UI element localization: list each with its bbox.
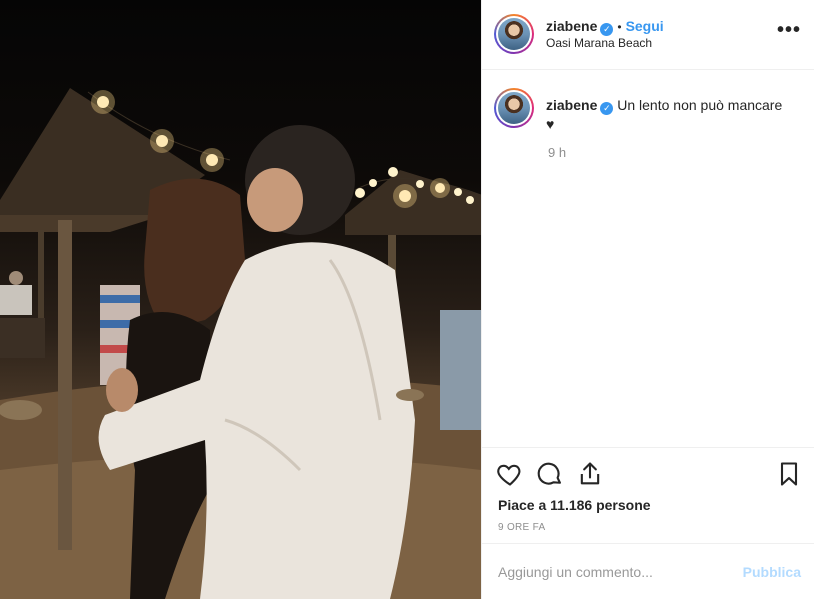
avatar-image xyxy=(498,92,530,124)
caption-text: Un lento non può mancare xyxy=(617,97,783,113)
comment-avatar[interactable] xyxy=(494,88,534,128)
comment-username[interactable]: ziabene xyxy=(546,97,597,113)
post-photo[interactable] xyxy=(0,0,481,599)
avatar-image xyxy=(498,18,530,50)
comment-body: ziabene ✓ Un lento non può mancare ♥ xyxy=(546,96,806,133)
heart-emoji: ♥ xyxy=(546,116,555,132)
photo-scene xyxy=(0,88,481,599)
comment-composer: Pubblica xyxy=(482,543,814,599)
verified-badge-icon: ✓ xyxy=(600,102,614,115)
likes-count[interactable]: Piace a 11.186 persone xyxy=(498,497,651,513)
post-actions: Piace a 11.186 persone 9 ORE FA xyxy=(482,447,814,543)
follow-button[interactable]: Segui xyxy=(626,18,664,34)
heart-icon[interactable] xyxy=(496,460,524,488)
share-icon[interactable] xyxy=(576,460,604,488)
author-username[interactable]: ziabene xyxy=(546,18,597,34)
comment-input[interactable] xyxy=(498,562,738,582)
publish-button[interactable]: Pubblica xyxy=(743,564,801,580)
post-side-panel: ziabene ✓ • Segui Oasi Marana Beach ••• zia… xyxy=(481,0,814,599)
more-options-icon[interactable]: ••• xyxy=(777,20,801,40)
verified-badge-icon: ✓ xyxy=(600,23,614,36)
post-location[interactable]: Oasi Marana Beach xyxy=(546,36,652,50)
separator-dot: • xyxy=(617,20,622,34)
comment-timestamp[interactable]: 9 h xyxy=(548,145,566,160)
comment-icon[interactable] xyxy=(536,460,564,488)
bookmark-icon[interactable] xyxy=(775,460,803,488)
post-header: ziabene ✓ • Segui Oasi Marana Beach ••• xyxy=(482,0,814,70)
author-avatar[interactable] xyxy=(494,14,534,54)
author-line: ziabene ✓ • Segui xyxy=(546,18,664,36)
post-timestamp[interactable]: 9 ORE FA xyxy=(498,522,545,533)
